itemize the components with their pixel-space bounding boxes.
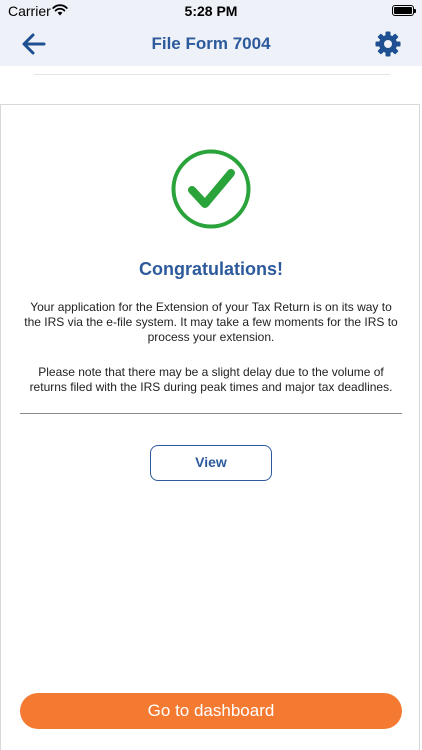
content-divider — [20, 413, 402, 414]
battery-icon — [392, 5, 416, 16]
header-divider — [34, 74, 390, 75]
view-button[interactable]: View — [150, 445, 272, 481]
page-title: File Form 7004 — [151, 34, 271, 53]
gear-icon — [375, 31, 401, 57]
success-message: Your application for the Extension of yo… — [24, 300, 398, 344]
status-bar: Carrier 5:28 PM — [0, 0, 422, 22]
check-circle-icon — [171, 149, 251, 229]
success-title: Congratulations! — [139, 259, 283, 279]
navigation-bar: File Form 7004 — [0, 22, 422, 66]
status-time: 5:28 PM — [184, 3, 238, 19]
delay-note: Please note that there may be a slight d… — [29, 365, 393, 394]
settings-button[interactable] — [374, 30, 402, 58]
go-to-dashboard-button[interactable]: Go to dashboard — [20, 693, 402, 729]
